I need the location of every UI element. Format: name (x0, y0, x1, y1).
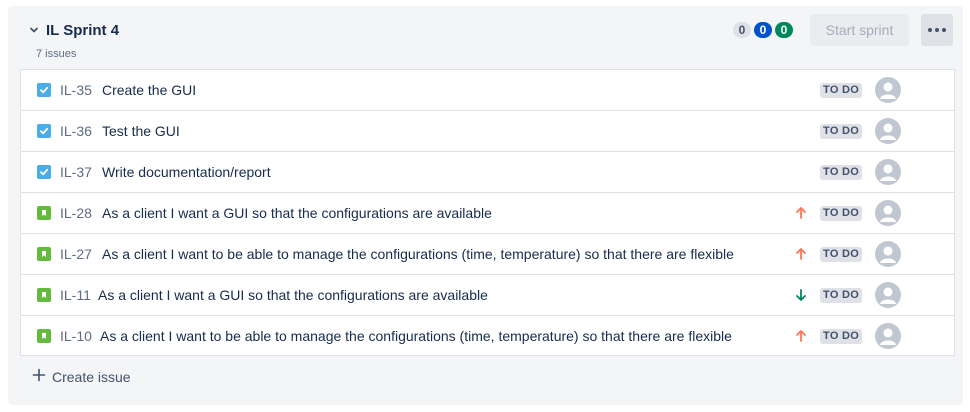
issue-row[interactable]: IL-28 As a client I want a GUI so that t… (21, 193, 954, 234)
issue-summary[interactable]: Create the GUI (102, 82, 196, 99)
issue-row[interactable]: IL-36 Test the GUI TO DO (21, 111, 954, 152)
issue-list: IL-35 Create the GUI TO DO IL-36 Test th… (20, 69, 955, 356)
priority-high-icon (793, 328, 809, 344)
story-icon (37, 288, 51, 302)
unassigned-avatar-icon[interactable] (875, 118, 901, 144)
sprint-header: IL Sprint 4 7 issues 0 0 0 Start sprint (8, 6, 963, 68)
task-icon (37, 83, 51, 97)
issue-key[interactable]: IL-35 (60, 82, 92, 99)
issue-row[interactable]: IL-10 As a client I want to be able to m… (21, 316, 954, 357)
unassigned-avatar-icon[interactable] (875, 77, 901, 103)
issue-key[interactable]: IL-27 (60, 246, 92, 263)
task-icon (37, 124, 51, 138)
issue-summary[interactable]: Write documentation/report (102, 164, 271, 181)
unassigned-avatar-icon[interactable] (875, 282, 901, 308)
unassigned-avatar-icon[interactable] (875, 323, 901, 349)
status-lozenge[interactable]: TO DO (820, 288, 863, 303)
status-lozenge[interactable]: TO DO (820, 329, 863, 344)
issue-key[interactable]: IL-36 (60, 123, 92, 140)
issue-key[interactable]: IL-11 (60, 287, 91, 304)
todo-count-badge: 0 (733, 22, 751, 38)
sprint-title[interactable]: IL Sprint 4 (46, 22, 119, 40)
issue-row[interactable]: IL-27 As a client I want to be able to m… (21, 234, 954, 275)
story-icon (37, 247, 51, 261)
priority-low-icon (793, 287, 809, 303)
more-actions-button[interactable] (921, 14, 953, 46)
unassigned-avatar-icon[interactable] (875, 200, 901, 226)
sprint-issue-count: 7 issues (36, 48, 77, 60)
status-lozenge[interactable]: TO DO (820, 83, 863, 98)
unassigned-avatar-icon[interactable] (875, 159, 901, 185)
issue-summary[interactable]: As a client I want a GUI so that the con… (102, 205, 492, 222)
issue-row[interactable]: IL-35 Create the GUI TO DO (21, 70, 954, 111)
issue-row[interactable]: IL-11 As a client I want a GUI so that t… (21, 275, 954, 316)
status-lozenge[interactable]: TO DO (820, 206, 863, 221)
issue-key[interactable]: IL-37 (60, 164, 92, 181)
issue-summary[interactable]: As a client I want to be able to manage … (102, 246, 734, 263)
story-icon (37, 206, 51, 220)
issue-summary[interactable]: As a client I want to be able to manage … (100, 328, 732, 345)
status-lozenge[interactable]: TO DO (820, 124, 863, 139)
issue-key[interactable]: IL-28 (60, 205, 92, 222)
status-lozenge[interactable]: TO DO (820, 247, 863, 262)
sprint-container: IL Sprint 4 7 issues 0 0 0 Start sprint … (8, 6, 963, 405)
unassigned-avatar-icon[interactable] (875, 241, 901, 267)
in-progress-count-badge: 0 (754, 22, 772, 38)
plus-icon (32, 368, 46, 387)
start-sprint-button[interactable]: Start sprint (810, 14, 909, 46)
priority-high-icon (793, 205, 809, 221)
status-lozenge[interactable]: TO DO (820, 165, 863, 180)
chevron-down-icon[interactable] (27, 22, 41, 38)
done-count-badge: 0 (775, 22, 793, 38)
issue-key[interactable]: IL-10 (60, 328, 92, 345)
issue-row[interactable]: IL-37 Write documentation/report TO DO (21, 152, 954, 193)
more-icon (928, 28, 932, 32)
issue-summary[interactable]: Test the GUI (102, 123, 180, 140)
create-issue-button[interactable]: Create issue (32, 367, 131, 387)
create-issue-label: Create issue (52, 368, 131, 385)
priority-high-icon (793, 246, 809, 262)
story-icon (37, 329, 51, 343)
task-icon (37, 165, 51, 179)
issue-summary[interactable]: As a client I want a GUI so that the con… (98, 287, 488, 304)
sprint-status-badges: 0 0 0 (733, 22, 793, 38)
